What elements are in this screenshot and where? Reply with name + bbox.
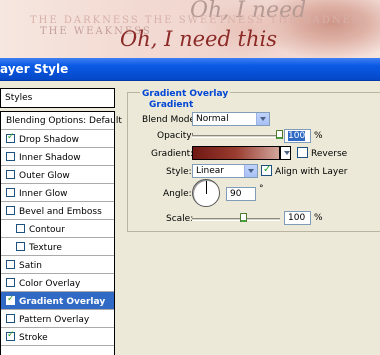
opacity-input[interactable]: 100	[284, 129, 311, 143]
scale-label: Scale:	[166, 214, 194, 224]
angle-unit: °	[259, 184, 264, 194]
style-item-label: Inner Glow	[19, 189, 68, 199]
style-item-inner-glow[interactable]: Inner Glow	[1, 184, 114, 202]
chevron-down-icon[interactable]	[244, 165, 257, 177]
gradient-picker-dropdown[interactable]	[280, 146, 291, 160]
dialog-title: ayer Style	[0, 62, 69, 76]
gradient-subgroup-title: Gradient	[147, 100, 196, 110]
styles-header[interactable]: Styles	[0, 88, 115, 108]
opacity-unit: %	[314, 131, 323, 141]
angle-value: 90	[230, 189, 242, 199]
styles-list-panel: Styles Blending Options: Default Drop Sha…	[0, 88, 122, 355]
gradient-style-value: Linear	[196, 166, 224, 176]
style-label: Style:	[166, 167, 192, 177]
reverse-checkbox[interactable]	[297, 147, 308, 158]
align-with-layer-checkbox[interactable]	[261, 164, 272, 176]
style-item-checkbox[interactable]	[6, 188, 15, 197]
style-item-checkbox[interactable]	[6, 260, 15, 269]
style-item-contour[interactable]: Contour	[1, 220, 114, 238]
style-item-label: Texture	[29, 243, 62, 253]
style-item-drop-shadow[interactable]: Drop Shadow	[1, 130, 114, 148]
style-item-checkbox[interactable]	[6, 294, 15, 305]
style-item-label: Pattern Overlay	[19, 315, 90, 325]
style-item-label: Bevel and Emboss	[19, 207, 102, 217]
style-item-checkbox[interactable]	[6, 152, 15, 161]
style-item-blending-options-default[interactable]: Blending Options: Default	[1, 112, 122, 130]
opacity-value: 100	[288, 131, 306, 141]
dialog-title-bar[interactable]: ayer Style	[0, 58, 380, 81]
style-item-label: Drop Shadow	[19, 135, 80, 145]
opacity-label: Opacity:	[157, 131, 194, 141]
chevron-down-icon[interactable]	[281, 147, 290, 159]
gradient-swatch[interactable]	[192, 146, 280, 160]
style-item-checkbox[interactable]	[6, 314, 15, 323]
banner-text-line2: THE DARKNESS THE SWEETNESS THE SADNESS	[30, 15, 370, 26]
style-item-label: Satin	[19, 261, 42, 271]
styles-list: Blending Options: Default Drop Shadow Inne…	[0, 111, 122, 355]
style-item-checkbox[interactable]	[16, 242, 25, 251]
header-banner: Oh, I need THE DARKNESS THE SWEETNESS TH…	[0, 0, 380, 58]
gradient-style-select[interactable]: Linear	[192, 164, 258, 178]
angle-label: Angle:	[163, 189, 192, 199]
style-item-color-overlay[interactable]: Color Overlay	[1, 274, 114, 292]
opacity-slider[interactable]	[192, 135, 280, 138]
chevron-down-icon[interactable]	[256, 113, 269, 125]
style-item-satin[interactable]: Satin	[1, 256, 114, 274]
scale-slider[interactable]	[192, 218, 280, 221]
style-item-label: Contour	[29, 225, 65, 235]
style-item-checkbox[interactable]	[6, 132, 15, 143]
style-item-checkbox[interactable]	[6, 206, 15, 215]
style-item-label: Gradient Overlay	[19, 297, 106, 307]
style-item-checkbox[interactable]	[6, 330, 15, 341]
angle-dial[interactable]	[192, 179, 220, 207]
gradient-overlay-title: Gradient Overlay	[140, 89, 231, 99]
scale-input[interactable]: 100	[284, 211, 311, 225]
style-item-bevel-and-emboss[interactable]: Bevel and Emboss	[1, 202, 114, 220]
style-item-checkbox[interactable]	[6, 170, 15, 179]
align-with-layer-label[interactable]: Align with Layer	[275, 167, 347, 177]
style-item-label: Outer Glow	[19, 171, 70, 181]
style-item-checkbox[interactable]	[6, 278, 15, 287]
style-item-inner-shadow[interactable]: Inner Shadow	[1, 148, 114, 166]
style-item-label: Inner Shadow	[19, 153, 81, 163]
blend-mode-value: Normal	[196, 114, 229, 124]
scale-value: 100	[288, 213, 306, 223]
style-item-checkbox[interactable]	[16, 224, 25, 233]
scale-unit: %	[314, 213, 323, 223]
style-item-pattern-overlay[interactable]: Pattern Overlay	[1, 310, 114, 328]
blend-mode-label: Blend Mode:	[142, 115, 199, 125]
style-item-stroke[interactable]: Stroke	[1, 328, 114, 346]
angle-input[interactable]: 90	[226, 187, 256, 201]
opacity-slider-thumb[interactable]	[276, 130, 283, 139]
style-item-label: Stroke	[19, 333, 48, 343]
style-item-outer-glow[interactable]: Outer Glow	[1, 166, 114, 184]
scale-slider-thumb[interactable]	[240, 213, 247, 222]
dialog-body: Styles Blending Options: Default Drop Sha…	[0, 82, 380, 355]
style-item-label: Blending Options: Default	[6, 116, 122, 126]
reverse-label[interactable]: Reverse	[311, 149, 347, 159]
style-item-texture[interactable]: Texture	[1, 238, 114, 256]
banner-text-line4: Oh, I need this	[120, 27, 278, 51]
blend-mode-select[interactable]: Normal	[192, 112, 270, 126]
style-item-label: Color Overlay	[19, 279, 81, 289]
style-item-gradient-overlay[interactable]: Gradient Overlay	[1, 292, 114, 310]
gradient-label: Gradient:	[151, 149, 194, 159]
